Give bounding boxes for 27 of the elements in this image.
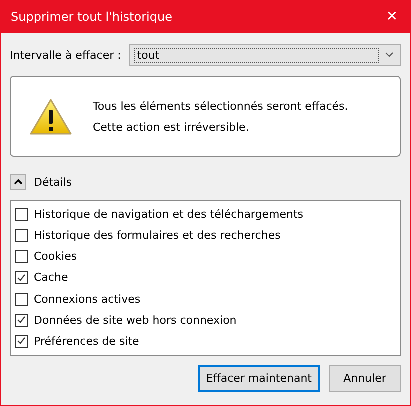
checkbox-label[interactable]: Connexions actives [34,292,141,306]
range-label: Intervalle à effacer : [10,48,122,62]
chevron-down-icon [385,52,394,58]
range-dropdown[interactable]: tout [129,44,401,66]
checkbox-label[interactable]: Cache [34,271,68,284]
warning-icon [29,98,73,136]
checkbox-label[interactable]: Historique de navigation et des téléchargements [34,208,304,222]
checkbox[interactable] [15,314,28,327]
dialog-button[interactable]: Effacer maintenant [198,365,320,392]
checkbox-label[interactable]: Préférences de site [34,334,140,348]
checkbox[interactable] [15,229,28,242]
close-button[interactable]: ✕ [382,9,402,25]
details-toggle[interactable] [10,174,26,190]
dialog-button[interactable]: Annuler [329,365,401,392]
checkbox[interactable] [15,271,28,284]
window-title: Supprimer tout l'historique [11,10,172,24]
warning-text: Cette action est irréversible. [93,120,250,134]
checkbox-label[interactable]: Données de site web hors connexion [34,314,237,327]
checkbox[interactable] [15,292,28,306]
checkbox[interactable] [15,334,28,348]
chevron-icon [14,179,22,185]
checkbox-label[interactable]: Historique des formulaires et des recherches [34,229,281,242]
checkbox[interactable] [15,208,28,222]
checkbox[interactable] [15,250,28,264]
checkbox-label[interactable]: Cookies [34,250,78,264]
details-label[interactable]: Détails [34,176,72,188]
warning-text: Tous les éléments sélectionnés seront effacés. [93,100,348,112]
